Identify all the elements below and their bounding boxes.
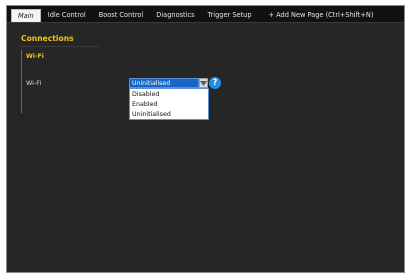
tab-diagnostics[interactable]: Diagnostics xyxy=(150,9,200,22)
section-title: Connections xyxy=(21,34,74,43)
group-indicator-bar xyxy=(21,50,22,113)
wifi-options-list: Disabled Enabled Uninitialised xyxy=(129,88,209,120)
option-disabled[interactable]: Disabled xyxy=(130,90,208,100)
wifi-select-value: Uninitialised xyxy=(132,79,171,87)
group-title-wifi: Wi-Fi xyxy=(26,53,44,60)
section-divider xyxy=(19,46,99,47)
tab-boost-control[interactable]: Boost Control xyxy=(93,9,150,22)
dropdown-arrow-button[interactable] xyxy=(199,78,208,88)
tab-trigger-setup[interactable]: Trigger Setup xyxy=(202,9,258,22)
add-new-page-tab[interactable]: + Add New Page (Ctrl+Shift+N) xyxy=(263,9,380,22)
app-window: Main Idle Control Boost Control Diagnost… xyxy=(6,5,405,273)
chevron-down-icon xyxy=(200,80,207,86)
tab-bar: Main Idle Control Boost Control Diagnost… xyxy=(7,6,404,23)
wifi-field-label: Wi-Fi xyxy=(26,79,42,87)
option-enabled[interactable]: Enabled xyxy=(130,100,208,110)
option-uninitialised[interactable]: Uninitialised xyxy=(130,110,208,120)
wifi-select[interactable]: Uninitialised xyxy=(129,78,199,88)
tab-idle-control[interactable]: Idle Control xyxy=(42,9,92,22)
question-circle-icon[interactable]: ? xyxy=(209,77,221,89)
section-header: Connections xyxy=(13,30,398,47)
tab-main[interactable]: Main xyxy=(11,9,41,22)
page-content: Connections Wi-Fi Wi-Fi Uninitialised ? … xyxy=(7,23,404,272)
